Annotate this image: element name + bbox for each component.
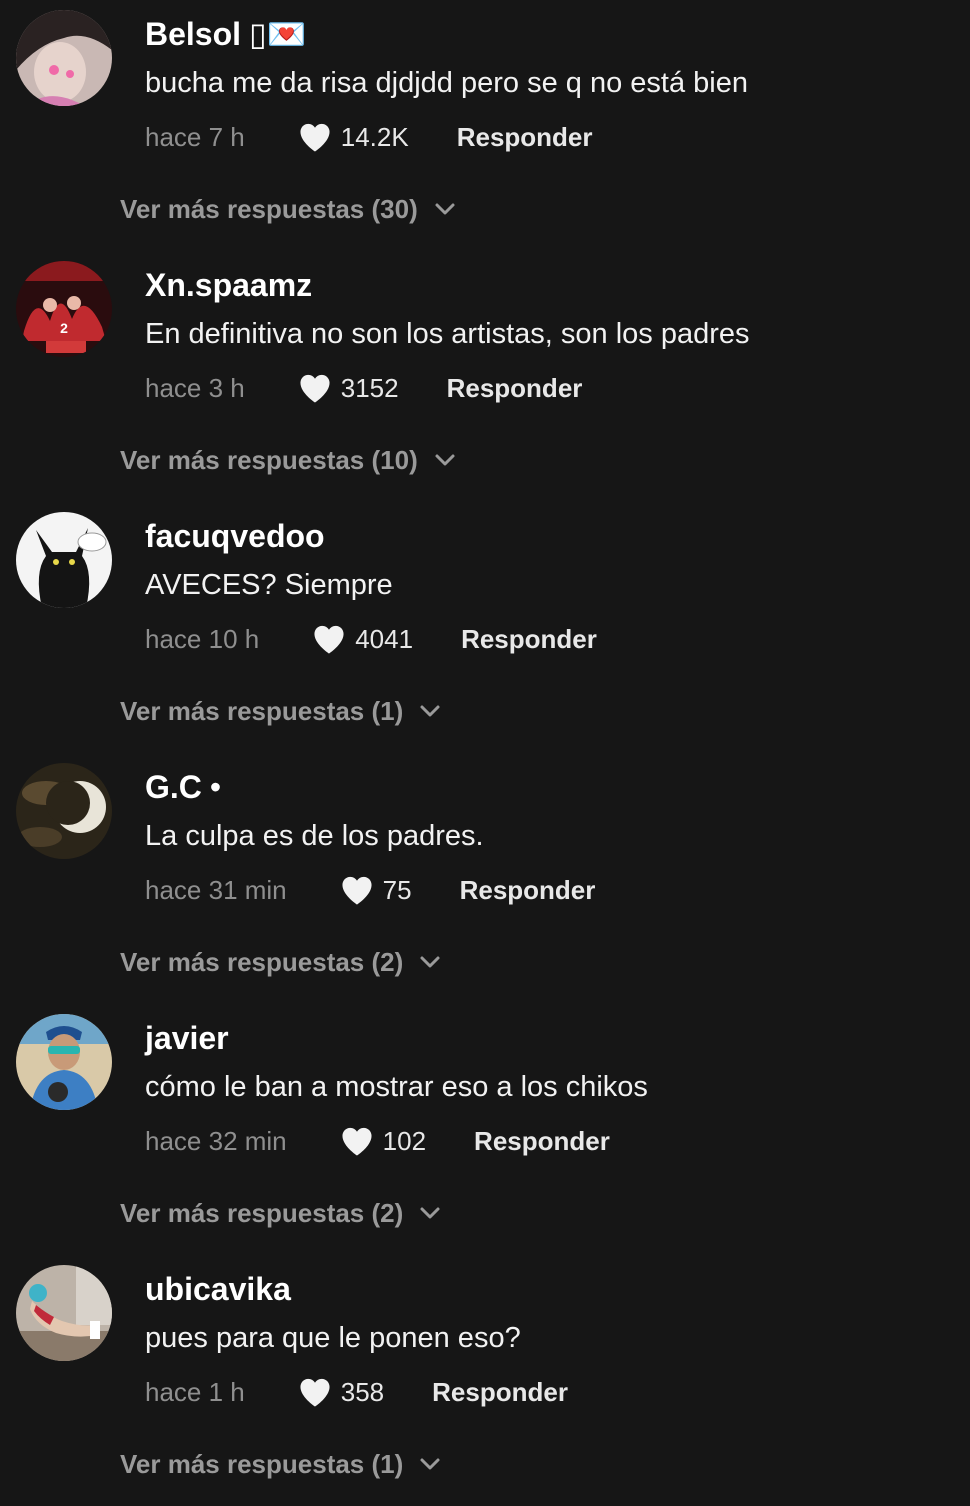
more-replies-button[interactable]: Ver más respuestas (2) <box>120 1193 441 1233</box>
comment-time: hace 1 h <box>145 1376 245 1407</box>
more-replies-button[interactable]: Ver más respuestas (30) <box>120 189 456 229</box>
comment-time: hace 31 min <box>145 874 287 905</box>
avatar[interactable] <box>16 512 112 608</box>
heart-icon <box>314 625 344 654</box>
like-count: 102 <box>382 1125 427 1156</box>
like-count: 358 <box>340 1376 385 1407</box>
comment-item: 2 Xn.spaamz En definitiva no son los art… <box>0 251 970 502</box>
comment-meta: hace 7 h 14.2K Responder <box>145 117 593 157</box>
comment-time: hace 10 h <box>145 623 260 654</box>
more-replies-label: Ver más respuestas (1) <box>120 1448 404 1479</box>
chevron-down-icon <box>420 956 440 968</box>
comment-text: En definitiva no son los artistas, son l… <box>145 318 750 350</box>
chevron-down-icon <box>435 203 455 215</box>
comment-meta: hace 10 h 4041 Responder <box>145 619 597 659</box>
reply-button[interactable]: Responder <box>447 373 583 404</box>
like-count: 4041 <box>355 623 414 654</box>
comment-text: La culpa es de los padres. <box>145 820 484 852</box>
like-button[interactable]: 14.2K <box>297 121 409 153</box>
like-button[interactable]: 75 <box>339 874 412 906</box>
comment-item: facuqvedoo AVECES? Siempre hace 10 h 404… <box>0 502 970 753</box>
like-count: 14.2K <box>340 121 409 152</box>
comment-item: javier cómo le ban a mostrar eso a los c… <box>0 1004 970 1255</box>
avatar[interactable] <box>16 10 112 106</box>
more-replies-button[interactable]: Ver más respuestas (1) <box>120 1444 441 1484</box>
heart-icon <box>300 123 330 152</box>
like-button[interactable]: 102 <box>339 1125 426 1157</box>
username[interactable]: G.C • <box>145 767 221 807</box>
like-count: 3152 <box>340 372 399 403</box>
comment-time: hace 32 min <box>145 1125 287 1156</box>
comment-text: pues para que le ponen eso? <box>145 1322 521 1354</box>
reply-button[interactable]: Responder <box>457 122 593 153</box>
more-replies-label: Ver más respuestas (2) <box>120 946 404 977</box>
username[interactable]: ubicavika <box>145 1269 291 1309</box>
username[interactable]: Belsol ▯💌 <box>145 14 306 54</box>
comment-time: hace 3 h <box>145 372 245 403</box>
more-replies-button[interactable]: Ver más respuestas (2) <box>120 942 441 982</box>
chevron-down-icon <box>420 705 440 717</box>
username-emoji: ▯💌 <box>249 16 307 52</box>
more-replies-label: Ver más respuestas (1) <box>120 695 404 726</box>
comment-meta: hace 31 min 75 Responder <box>145 870 595 910</box>
heart-icon <box>300 374 330 403</box>
heart-icon <box>342 876 372 905</box>
reply-button[interactable]: Responder <box>461 624 597 655</box>
more-replies-button[interactable]: Ver más respuestas (1) <box>120 691 441 731</box>
comment-text: AVECES? Siempre <box>145 569 393 601</box>
reply-button[interactable]: Responder <box>474 1126 610 1157</box>
avatar[interactable] <box>16 763 112 859</box>
heart-icon <box>300 1378 330 1407</box>
chevron-down-icon <box>420 1207 440 1219</box>
more-replies-label: Ver más respuestas (2) <box>120 1197 404 1228</box>
chevron-down-icon <box>420 1458 440 1470</box>
reply-button[interactable]: Responder <box>432 1377 568 1408</box>
reply-button[interactable]: Responder <box>460 875 596 906</box>
username-dot: • <box>209 769 222 805</box>
like-button[interactable]: 358 <box>297 1376 384 1408</box>
comment-time: hace 7 h <box>145 121 245 152</box>
comment-meta: hace 32 min 102 Responder <box>145 1121 610 1161</box>
username[interactable]: facuqvedoo <box>145 516 325 556</box>
username[interactable]: javier <box>145 1018 229 1058</box>
like-button[interactable]: 3152 <box>297 372 399 404</box>
avatar[interactable] <box>16 1014 112 1110</box>
chevron-down-icon <box>435 454 455 466</box>
svg-text:2: 2 <box>60 320 68 336</box>
avatar[interactable] <box>16 1265 112 1361</box>
like-count: 75 <box>382 874 412 905</box>
more-replies-button[interactable]: Ver más respuestas (10) <box>120 440 456 480</box>
comment-text: bucha me da risa djdjdd pero se q no est… <box>145 67 748 99</box>
comment-item: Belsol ▯💌 bucha me da risa djdjdd pero se… <box>0 0 970 251</box>
more-replies-label: Ver más respuestas (10) <box>120 444 418 475</box>
heart-icon <box>342 1127 372 1156</box>
comment-text: cómo le ban a mostrar eso a los chikos <box>145 1071 648 1103</box>
like-button[interactable]: 4041 <box>311 623 413 655</box>
comment-item: G.C • La culpa es de los padres. hace 31 … <box>0 753 970 1004</box>
comment-item: ubicavika pues para que le ponen eso? ha… <box>0 1255 970 1506</box>
comment-meta: hace 1 h 358 Responder <box>145 1372 568 1412</box>
username[interactable]: Xn.spaamz <box>145 265 312 305</box>
more-replies-label: Ver más respuestas (30) <box>120 193 418 224</box>
avatar[interactable]: 2 <box>16 261 112 357</box>
comment-meta: hace 3 h 3152 Responder <box>145 368 582 408</box>
